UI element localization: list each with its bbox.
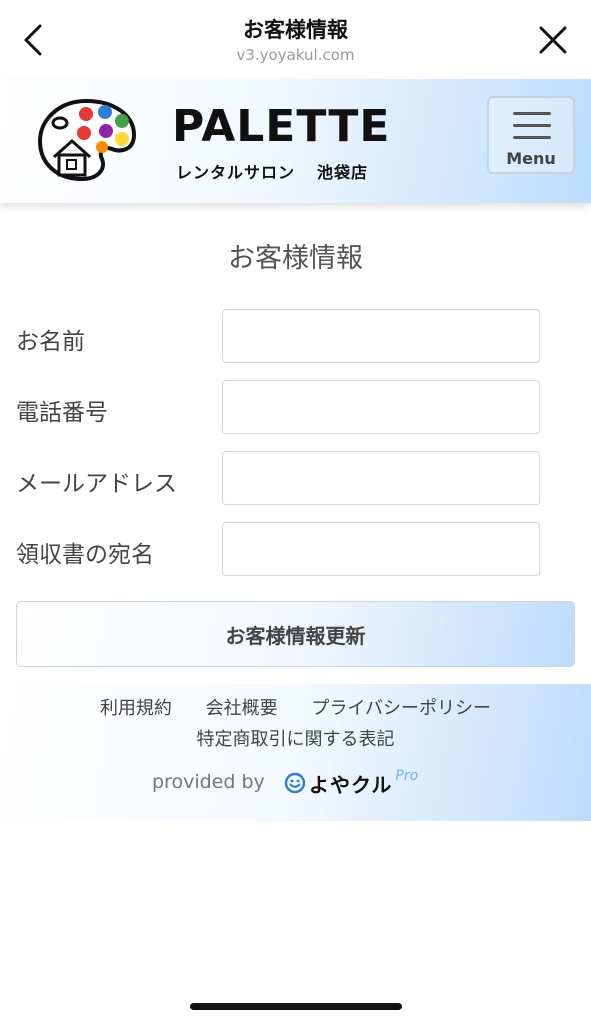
smiley-icon: [284, 772, 306, 794]
yoyakul-logo[interactable]: よやクル Pro: [284, 768, 418, 798]
privacy-policy-link[interactable]: プライバシーポリシー: [311, 698, 491, 719]
provided-by-text: provided by: [152, 771, 265, 793]
close-icon[interactable]: [537, 24, 569, 56]
page-title: お客様情報: [228, 243, 363, 274]
terms-link[interactable]: 利用規約: [100, 698, 172, 719]
receipt-name-input[interactable]: [222, 522, 540, 576]
branch-name: 池袋店: [317, 163, 369, 182]
email-input[interactable]: [222, 451, 540, 505]
commerce-law-link[interactable]: 特定商取引に関する表記: [197, 729, 395, 750]
brand-subtitle: レンタルサロン 池袋店: [176, 159, 368, 183]
menu-label: Menu: [506, 149, 556, 168]
service-suffix: Pro: [395, 768, 419, 784]
hamburger-icon: [513, 112, 551, 140]
brand-name: PALETTE: [172, 101, 391, 152]
browser-top-bar: お客様情報 v3.yoyakul.com: [0, 0, 591, 78]
browser-title: お客様情報: [243, 18, 348, 42]
name-input[interactable]: [222, 309, 540, 363]
menu-button[interactable]: Menu: [487, 96, 575, 174]
footer-links-row2: 特定商取引に関する表記: [0, 725, 591, 751]
update-customer-info-button[interactable]: お客様情報更新: [16, 601, 575, 667]
email-label: メールアドレス: [16, 471, 177, 497]
name-label: お名前: [16, 329, 85, 355]
footer-links: 利用規約 会社概要 プライバシーポリシー: [0, 694, 591, 720]
brand-subtitle-text: レンタルサロン: [176, 163, 296, 182]
home-indicator[interactable]: [190, 1003, 402, 1010]
footer: 利用規約 会社概要 プライバシーポリシー 特定商取引に関する表記 provide…: [0, 684, 591, 821]
phone-input[interactable]: [222, 380, 540, 434]
company-link[interactable]: 会社概要: [206, 698, 278, 719]
site-header: PALETTE レンタルサロン 池袋店 Menu: [0, 79, 591, 203]
service-name: よやクル: [309, 772, 393, 797]
phone-label: 電話番号: [16, 400, 108, 426]
receipt-name-label: 領収書の宛名: [16, 542, 154, 568]
palette-logo-icon[interactable]: [36, 97, 138, 183]
browser-url: v3.yoyakul.com: [236, 46, 355, 64]
